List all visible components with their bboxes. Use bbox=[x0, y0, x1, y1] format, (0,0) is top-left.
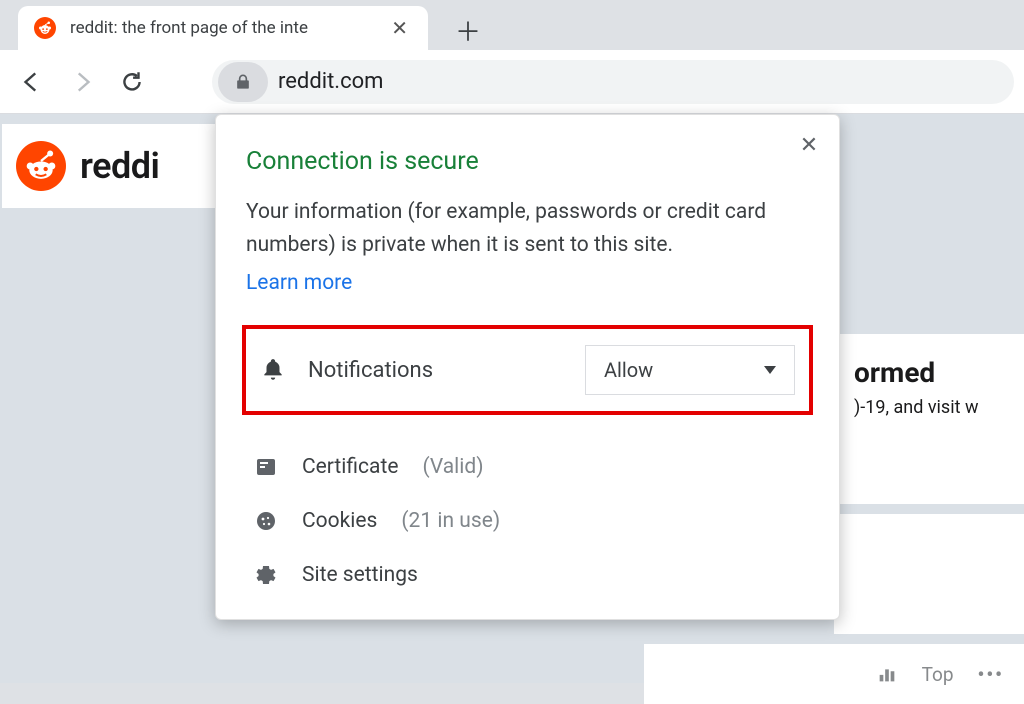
info-card-heading: ormed bbox=[854, 356, 1014, 389]
browser-tab[interactable]: reddit: the front page of the inte ✕ bbox=[18, 6, 428, 50]
bell-icon bbox=[260, 357, 286, 383]
certificate-status: (Valid) bbox=[422, 455, 483, 479]
tab-title: reddit: the front page of the inte bbox=[70, 18, 373, 38]
reddit-favicon-icon bbox=[34, 17, 56, 39]
connection-description: Your information (for example, passwords… bbox=[246, 196, 809, 261]
sort-bar: Top ••• bbox=[644, 644, 1024, 704]
reload-button[interactable] bbox=[110, 60, 154, 104]
site-info-list: Certificate (Valid) Cookies (21 in use) … bbox=[246, 455, 809, 587]
notifications-permission-row: Notifications Allow bbox=[242, 325, 813, 415]
certificate-icon bbox=[254, 455, 278, 479]
certificate-row[interactable]: Certificate (Valid) bbox=[254, 455, 809, 479]
info-card-body: )-19, and visit w bbox=[854, 397, 1014, 418]
new-tab-button[interactable]: ＋ bbox=[448, 10, 488, 50]
reddit-header: reddi bbox=[2, 124, 217, 208]
url-text: reddit.com bbox=[278, 69, 1006, 94]
cookie-icon bbox=[254, 509, 278, 533]
reddit-logo-icon bbox=[16, 141, 66, 191]
learn-more-link[interactable]: Learn more bbox=[246, 271, 352, 295]
cookies-status: (21 in use) bbox=[401, 509, 500, 533]
dropdown-caret-icon bbox=[764, 366, 776, 374]
site-settings-label: Site settings bbox=[302, 563, 418, 587]
side-card bbox=[834, 514, 1024, 634]
info-card: ormed )-19, and visit w bbox=[834, 334, 1024, 504]
browser-tab-bar: reddit: the front page of the inte ✕ ＋ bbox=[0, 0, 1024, 50]
notifications-label: Notifications bbox=[308, 358, 563, 383]
site-info-button[interactable] bbox=[218, 62, 268, 102]
forward-button[interactable] bbox=[60, 60, 104, 104]
popover-close-button[interactable]: ✕ bbox=[795, 131, 823, 159]
top-sort-label[interactable]: Top bbox=[922, 663, 954, 686]
reddit-wordmark: reddi bbox=[80, 145, 159, 187]
site-settings-row[interactable]: Site settings bbox=[254, 563, 809, 587]
connection-secure-heading: Connection is secure bbox=[246, 147, 809, 176]
tab-close-icon[interactable]: ✕ bbox=[387, 16, 412, 40]
top-sort-icon[interactable] bbox=[876, 663, 898, 685]
notifications-permission-select[interactable]: Allow bbox=[585, 345, 795, 395]
certificate-label: Certificate bbox=[302, 455, 398, 479]
more-options-icon[interactable]: ••• bbox=[978, 663, 1004, 686]
browser-toolbar: reddit.com bbox=[0, 50, 1024, 114]
cookies-label: Cookies bbox=[302, 509, 377, 533]
gear-icon bbox=[254, 563, 278, 587]
address-bar[interactable]: reddit.com bbox=[212, 60, 1014, 104]
back-button[interactable] bbox=[10, 60, 54, 104]
site-info-popover: ✕ Connection is secure Your information … bbox=[215, 114, 840, 620]
notifications-permission-value: Allow bbox=[604, 358, 653, 382]
cookies-row[interactable]: Cookies (21 in use) bbox=[254, 509, 809, 533]
